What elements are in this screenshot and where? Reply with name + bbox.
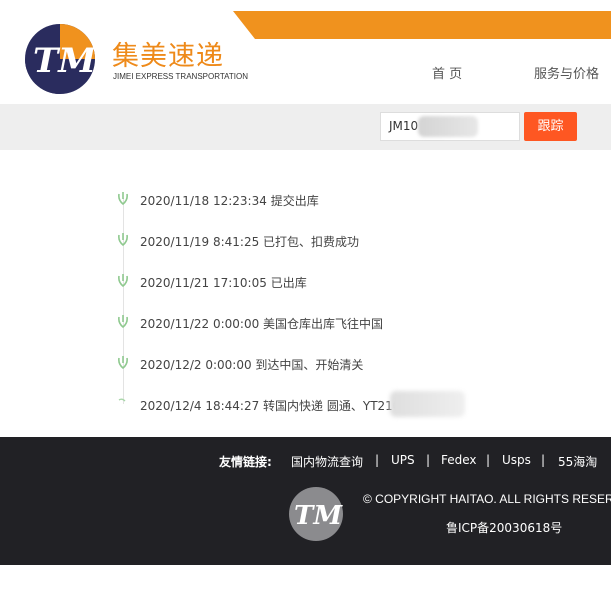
timeline-node-icon — [118, 192, 128, 205]
footer-link-separator: | — [541, 453, 546, 467]
footer-link-ups[interactable]: UPS — [391, 453, 415, 467]
footer-link-separator: | — [375, 453, 380, 467]
timeline-entry: 2020/11/18 12:23:34 提交出库 — [140, 194, 319, 208]
footer-link-55haitao[interactable]: 55海淘 — [558, 453, 597, 470]
footer-link-separator: | — [426, 453, 431, 467]
footer-logo-icon: TM — [289, 487, 343, 541]
svg-text:TM: TM — [294, 501, 343, 531]
timeline-entry: 2020/12/4 18:44:27 转国内快递 圆通、YT210 — [140, 399, 401, 413]
copyright-text: © COPYRIGHT HAITAO. ALL RIGHTS RESERV — [363, 492, 611, 506]
nav-home-link[interactable]: 首 页 — [432, 63, 462, 82]
footer-link-separator: | — [486, 453, 491, 467]
timeline-node-icon — [118, 315, 128, 328]
redacted-tracking-number — [418, 116, 478, 137]
icp-license[interactable]: 鲁ICP备20030618号 — [446, 519, 562, 536]
timeline-entry: 2020/11/21 17:10:05 已出库 — [140, 276, 307, 290]
timeline-entry: 2020/11/22 0:00:00 美国仓库出库飞往中国 — [140, 317, 384, 331]
track-button[interactable]: 跟踪 — [524, 112, 577, 141]
friend-links-label: 友情链接: — [219, 455, 272, 469]
footer-link-usps[interactable]: Usps — [502, 453, 531, 467]
footer-link-domestic-tracking[interactable]: 国内物流查询 — [291, 453, 363, 470]
header-accent-band — [233, 11, 611, 39]
brand-name-cn[interactable]: 集美速递 — [112, 34, 224, 73]
timeline-node-icon — [118, 274, 128, 287]
footer-link-fedex[interactable]: Fedex — [441, 453, 477, 467]
timeline-end-icon — [118, 398, 126, 402]
svg-text:TM: TM — [33, 41, 96, 81]
timeline-node-icon — [118, 356, 128, 369]
logo-icon[interactable]: TM — [24, 23, 96, 95]
brand-name-en: JIMEI EXPRESS TRANSPORTATION — [113, 72, 248, 81]
timeline-entry: 2020/12/2 0:00:00 到达中国、开始清关 — [140, 358, 364, 372]
timeline-entry: 2020/11/19 8:41:25 已打包、扣费成功 — [140, 235, 360, 249]
timeline-line — [123, 198, 124, 404]
nav-pricing-link[interactable]: 服务与价格 — [534, 63, 599, 82]
redacted-courier-number — [390, 391, 465, 417]
timeline-node-icon — [118, 233, 128, 246]
